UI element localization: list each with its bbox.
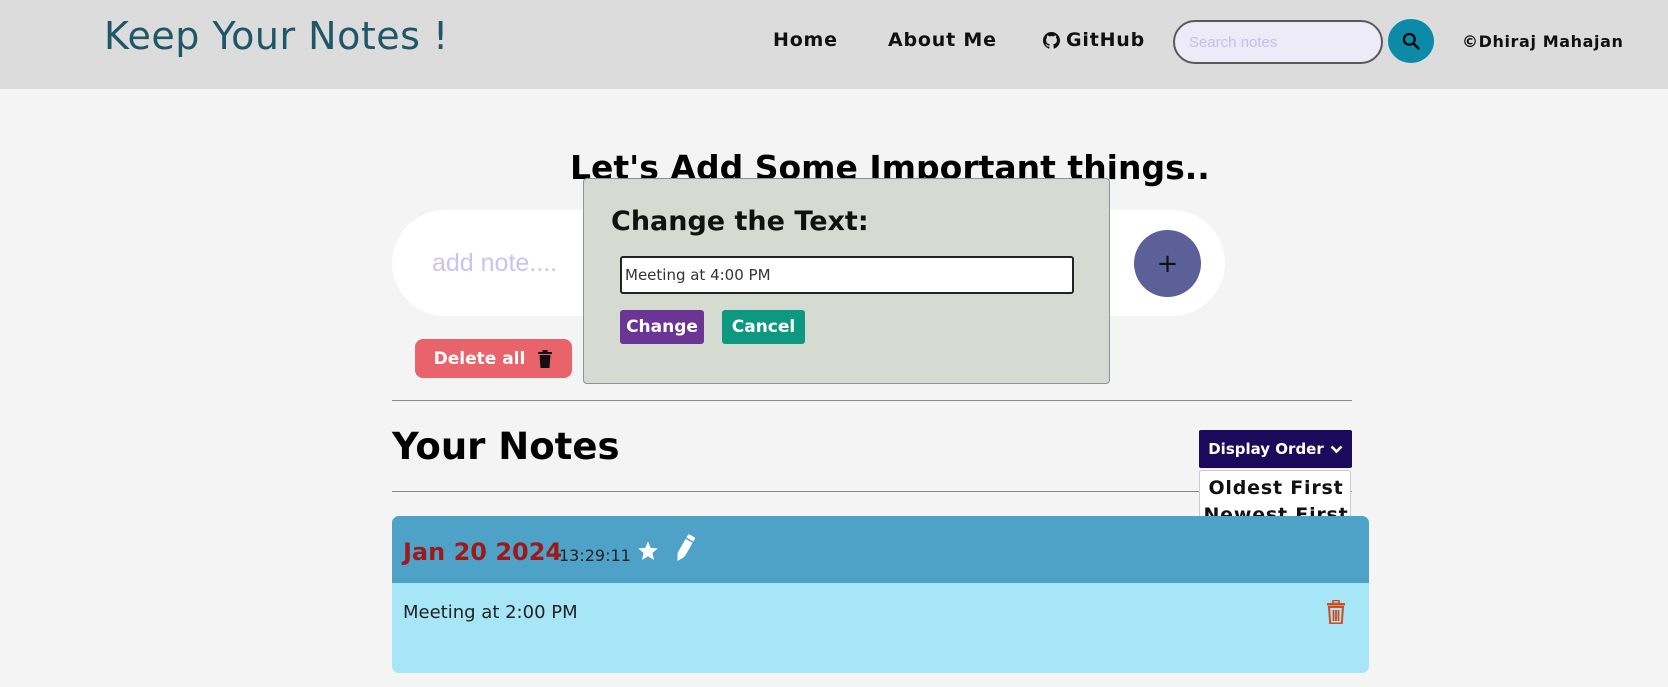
notes-heading: Your Notes [392, 425, 620, 468]
note-card: Jan 20 2024 13:29:11 Meeting at 2:00 PM [392, 516, 1369, 673]
delete-all-button[interactable]: Delete all [415, 339, 572, 378]
brand-title[interactable]: Keep Your Notes ! [104, 14, 449, 58]
search-input[interactable] [1173, 20, 1383, 64]
divider [392, 400, 1352, 401]
nav-link-home[interactable]: Home [773, 29, 838, 51]
nav-link-github-label: GitHub [1066, 29, 1146, 51]
note-time: 13:29:11 [559, 546, 631, 565]
trash-icon[interactable] [1326, 600, 1346, 624]
cancel-button[interactable]: Cancel [722, 310, 805, 344]
display-order-button[interactable]: Display Order [1199, 430, 1352, 468]
nav-link-github[interactable]: GitHub [1043, 29, 1145, 51]
change-button[interactable]: Change [620, 310, 704, 344]
modal-text-input[interactable] [620, 256, 1074, 294]
pencil-icon[interactable] [672, 532, 698, 564]
search-icon [1402, 32, 1420, 50]
note-date: Jan 20 2024 [403, 538, 563, 566]
star-icon[interactable] [637, 540, 659, 562]
modal-title: Change the Text: [611, 206, 869, 237]
add-note-button[interactable]: + [1134, 230, 1201, 297]
note-text: Meeting at 2:00 PM [403, 602, 578, 623]
order-option-oldest[interactable]: Oldest First [1200, 477, 1352, 499]
note-header: Jan 20 2024 13:29:11 [392, 516, 1369, 583]
chevron-down-icon [1330, 445, 1343, 454]
display-order-label: Display Order [1208, 440, 1324, 458]
trash-icon [538, 349, 553, 368]
credit-text: ©Dhiraj Mahajan [1462, 32, 1624, 51]
delete-all-label: Delete all [433, 348, 526, 369]
nav-link-about[interactable]: About Me [888, 29, 997, 51]
github-icon [1043, 31, 1060, 49]
change-text-modal: Change the Text: Change Cancel [583, 178, 1110, 384]
navbar: Keep Your Notes ! Home About Me GitHub ©… [0, 0, 1668, 89]
search-button[interactable] [1388, 19, 1434, 63]
